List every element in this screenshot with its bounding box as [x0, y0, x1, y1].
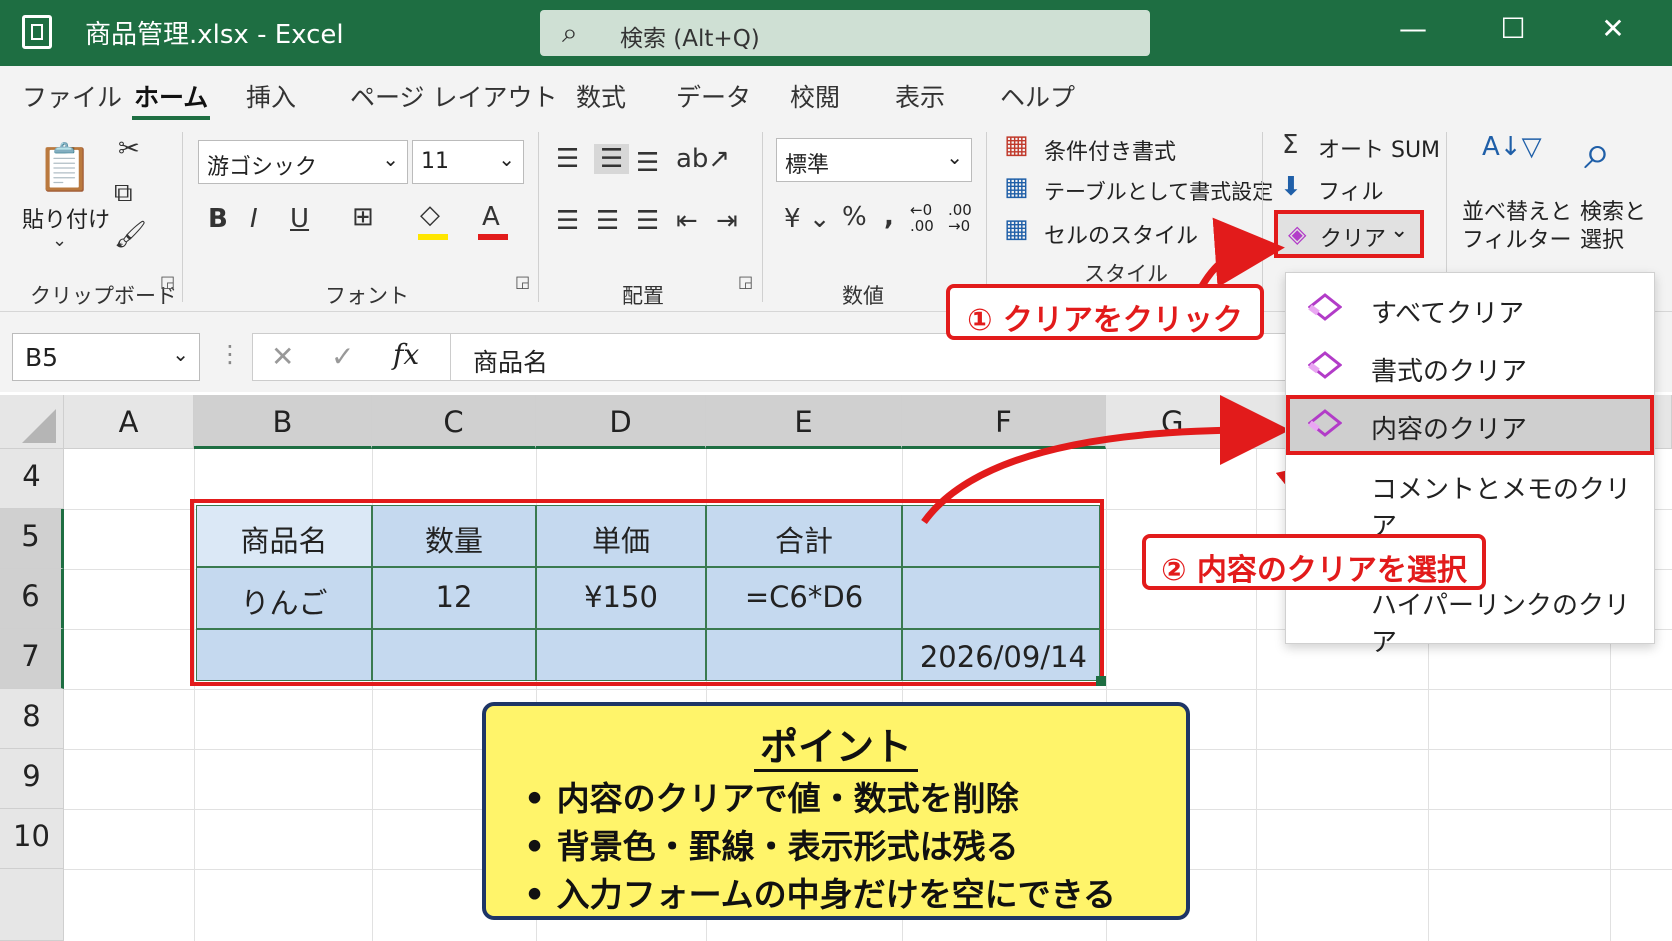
menu-item-label: ハイパーリンクのクリア — [1371, 591, 1630, 658]
point-bullet: • 内容のクリアで値・数式を削除 — [524, 779, 1019, 818]
point-title-text: ポイント — [753, 725, 918, 772]
point-bullet: • 入力フォームの中身だけを空にできる — [524, 875, 1116, 914]
menu-item-label: 内容のクリア — [1371, 415, 1528, 445]
arrow-to-content-clear — [921, 395, 1290, 525]
menu-item-clear-formats[interactable]: 書式のクリア — [1286, 337, 1654, 395]
menu-item-clear-comments[interactable]: コメントとメモのクリア — [1286, 455, 1654, 542]
point-bullet: • 背景色・罫線・表示形式は残る — [524, 827, 1019, 866]
eraser-icon — [1307, 409, 1343, 437]
menu-item-clear-all[interactable]: すべてクリア — [1286, 279, 1654, 337]
eraser-icon — [1307, 293, 1343, 321]
point-title: ポイント — [486, 716, 1186, 772]
arrow-to-clear — [1198, 217, 1285, 288]
callout-step2: ② 内容のクリアを選択 — [1142, 534, 1486, 590]
point-box: ポイント • 内容のクリアで値・数式を削除 • 背景色・罫線・表示形式は残る •… — [482, 702, 1190, 920]
menu-item-label: すべてクリア — [1371, 299, 1525, 329]
menu-item-clear-contents[interactable]: 内容のクリア — [1286, 395, 1654, 455]
callout-step1: ① クリアをクリック — [946, 284, 1264, 340]
menu-item-label: 書式のクリア — [1371, 357, 1528, 387]
menu-item-label: コメントとメモのクリア — [1371, 475, 1632, 542]
eraser-icon — [1307, 351, 1343, 379]
